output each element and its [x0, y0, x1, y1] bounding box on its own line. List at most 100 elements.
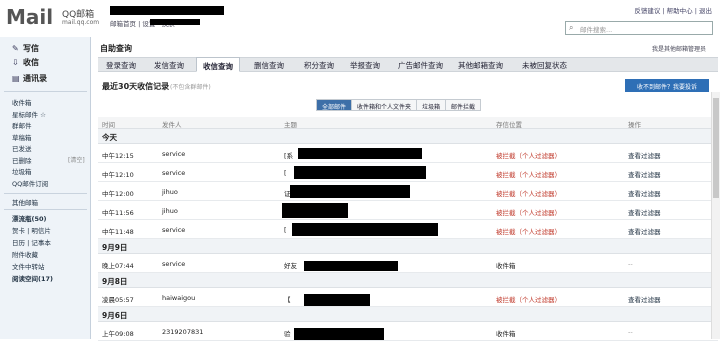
- row-action: --: [628, 328, 633, 336]
- table-row[interactable]: 上午09:08 2319207831 验 收件箱 --: [98, 322, 718, 341]
- sidebar-item-reading[interactable]: 阅读空间(17): [12, 273, 53, 283]
- filter-button[interactable]: 全部邮件: [317, 100, 353, 111]
- tab-item[interactable]: 发信查询: [154, 60, 184, 71]
- filter-group: 全部邮件 收件箱和个人文件夹 垃圾箱 邮件拦截: [316, 99, 482, 111]
- sidebar-item-folder[interactable]: 垃圾箱: [12, 166, 32, 176]
- row-sender: jihuo: [162, 207, 178, 215]
- logo[interactable]: Mail: [6, 5, 53, 29]
- scrollbar[interactable]: [711, 92, 720, 339]
- redacted-username: [110, 6, 224, 15]
- sidebar-item-folder[interactable]: 群邮件: [12, 120, 32, 130]
- top-right-links[interactable]: 反馈建议 | 帮助中心 | 退出: [634, 5, 712, 15]
- table-row[interactable]: 晚上07:44 service 好友 收件箱 --: [98, 254, 718, 273]
- row-action[interactable]: 查看过滤器: [628, 169, 661, 179]
- filter-button[interactable]: 垃圾箱: [417, 100, 447, 111]
- redacted-subject: [294, 328, 384, 340]
- tab-bar: 登录查询 发信查询 收信查询 删信查询 积分查询 举报查询 广告邮件查询 其他邮箱查询 未被回复…: [98, 57, 718, 72]
- sidebar-item-cards[interactable]: 贺卡 | 明信片: [12, 225, 51, 235]
- row-sender: 2319207831: [162, 328, 204, 336]
- column-header: 发件人: [162, 121, 182, 129]
- table-row[interactable]: 中午11:48 service [被拦截（个人过滤器） 查看过滤器: [98, 220, 718, 239]
- sidebar-divider: [4, 193, 87, 194]
- date-group-header: 今天: [98, 129, 718, 144]
- table-row[interactable]: 中午11:56jihuo址验证被拦截（个人过滤器）查看过滤器: [98, 201, 718, 220]
- table-row[interactable]: 中午12:10 service [被拦截（个人过滤器） 查看过滤器: [98, 163, 718, 182]
- sidebar-item-other[interactable]: 其他邮箱: [12, 197, 38, 207]
- column-header: 存信位置: [496, 121, 522, 129]
- sidebar-item-folder[interactable]: 已发送: [12, 143, 32, 153]
- compose-button[interactable]: ✎ 写信: [12, 43, 39, 54]
- row-action[interactable]: 查看过滤器: [628, 188, 661, 198]
- row-location: 被拦截（个人过滤器）: [496, 228, 561, 236]
- sidebar-item-folder[interactable]: 星标邮件 ☆: [12, 109, 46, 119]
- row-time: 晚上07:44: [102, 262, 134, 270]
- scrollbar-thumb[interactable]: [713, 98, 719, 198]
- redacted-subject: [290, 185, 410, 198]
- column-header: 时间: [102, 121, 115, 129]
- redacted-subject: [298, 148, 422, 159]
- redacted-subject: [294, 166, 426, 179]
- tab-item[interactable]: 积分查询: [304, 60, 334, 71]
- sidebar-item-transfer[interactable]: 文件中转站: [12, 261, 45, 271]
- top-bar: Mail QQ邮箱 mail.qq.com 邮箱首页 | 设置 - 换肤 反馈建…: [0, 0, 720, 36]
- admin-link[interactable]: 我是其他邮箱管理员: [652, 44, 706, 53]
- row-sender: haiwaigou: [162, 294, 196, 302]
- main-panel: 自助查询 我是其他邮箱管理员 登录查询 发信查询 收信查询 删信查询 积分查询 举报查询 广…: [92, 37, 720, 341]
- filter-button[interactable]: 收件箱和个人文件夹: [352, 100, 418, 111]
- tab-item[interactable]: 未被回复状态: [522, 60, 567, 71]
- tab-item[interactable]: 举报查询: [350, 60, 380, 71]
- sidebar-item-attachments[interactable]: 附件收藏: [12, 249, 38, 259]
- row-time: 中午11:48: [102, 228, 134, 236]
- row-location: 被拦截（个人过滤器）: [496, 296, 561, 304]
- row-location: 收件箱: [496, 330, 516, 338]
- redacted-subject: [304, 261, 398, 271]
- tab-item[interactable]: 登录查询: [106, 60, 136, 71]
- row-sender: jihuo: [162, 188, 178, 196]
- row-location: 被拦截（个人过滤器）: [496, 171, 561, 179]
- table-row[interactable]: 凌晨05:57 haiwaigou 【 被拦截（个人过滤器） 查看过滤器: [98, 288, 718, 307]
- table-row[interactable]: 中午12:15 service [系 被拦截（个人过滤器） 查看过滤器: [98, 144, 718, 163]
- pencil-icon: ✎: [12, 44, 19, 53]
- sidebar-item-bottle[interactable]: 漂流瓶(50): [12, 213, 47, 223]
- search-placeholder: 邮件搜索...: [580, 26, 613, 34]
- download-icon: ⇩: [12, 58, 19, 67]
- row-time: 中午12:00: [102, 190, 134, 198]
- row-action[interactable]: 查看过滤器: [628, 207, 661, 217]
- row-sender: service: [162, 260, 186, 268]
- tab-item[interactable]: 收信查询: [196, 57, 240, 72]
- logo-url: mail.qq.com: [62, 19, 100, 26]
- sidebar-item-folder[interactable]: QQ邮件订阅: [12, 178, 48, 188]
- row-subject: [: [284, 169, 287, 177]
- tab-item[interactable]: 广告邮件查询: [398, 60, 443, 71]
- tab-item[interactable]: 删信查询: [254, 60, 284, 71]
- row-subject: 验: [284, 330, 291, 338]
- redacted-subject: [292, 223, 438, 236]
- empty-trash-link[interactable]: [清空]: [68, 155, 85, 164]
- sidebar-divider: [4, 209, 87, 210]
- row-time: 中午11:56: [102, 209, 134, 217]
- tab-item[interactable]: 其他邮箱查询: [458, 60, 503, 71]
- sidebar-item-folder[interactable]: 收件箱: [12, 97, 32, 107]
- row-action[interactable]: 查看过滤器: [628, 226, 661, 236]
- section-note: (不包含群邮件): [170, 84, 211, 91]
- complaint-button[interactable]: 收不到邮件？我要投诉: [625, 79, 709, 92]
- row-action[interactable]: 查看过滤器: [628, 150, 661, 160]
- table-row[interactable]: 中午12:00 jihuo 证被拦截（个人过滤器） 查看过滤器: [98, 182, 718, 201]
- search-input[interactable]: ⌕ 邮件搜索...: [565, 21, 713, 35]
- redacted-subject: [304, 294, 370, 306]
- inbox-button[interactable]: ⇩ 收信: [12, 57, 39, 68]
- filter-button[interactable]: 邮件拦截: [446, 100, 481, 111]
- column-header: 操作: [628, 121, 641, 129]
- sidebar-item-folder[interactable]: 已删除: [12, 155, 32, 165]
- sidebar-divider: [4, 91, 87, 92]
- row-sender: service: [162, 226, 186, 234]
- contacts-button[interactable]: ▤ 通讯录: [12, 73, 47, 84]
- column-header: 主题: [284, 121, 297, 129]
- sidebar: ✎ 写信 ⇩ 收信 ▤ 通讯录 收件箱星标邮件 ☆ 群邮件草稿箱 已发送已删除 [清空] 垃圾…: [0, 37, 91, 339]
- sidebar-item-folder[interactable]: 草稿箱: [12, 132, 32, 142]
- row-action[interactable]: 查看过滤器: [628, 294, 661, 304]
- sidebar-item-calendar[interactable]: 日历 | 记事本: [12, 237, 51, 247]
- row-subject: 【: [284, 296, 291, 304]
- redacted-subject: [282, 203, 348, 218]
- row-action: --: [628, 260, 633, 268]
